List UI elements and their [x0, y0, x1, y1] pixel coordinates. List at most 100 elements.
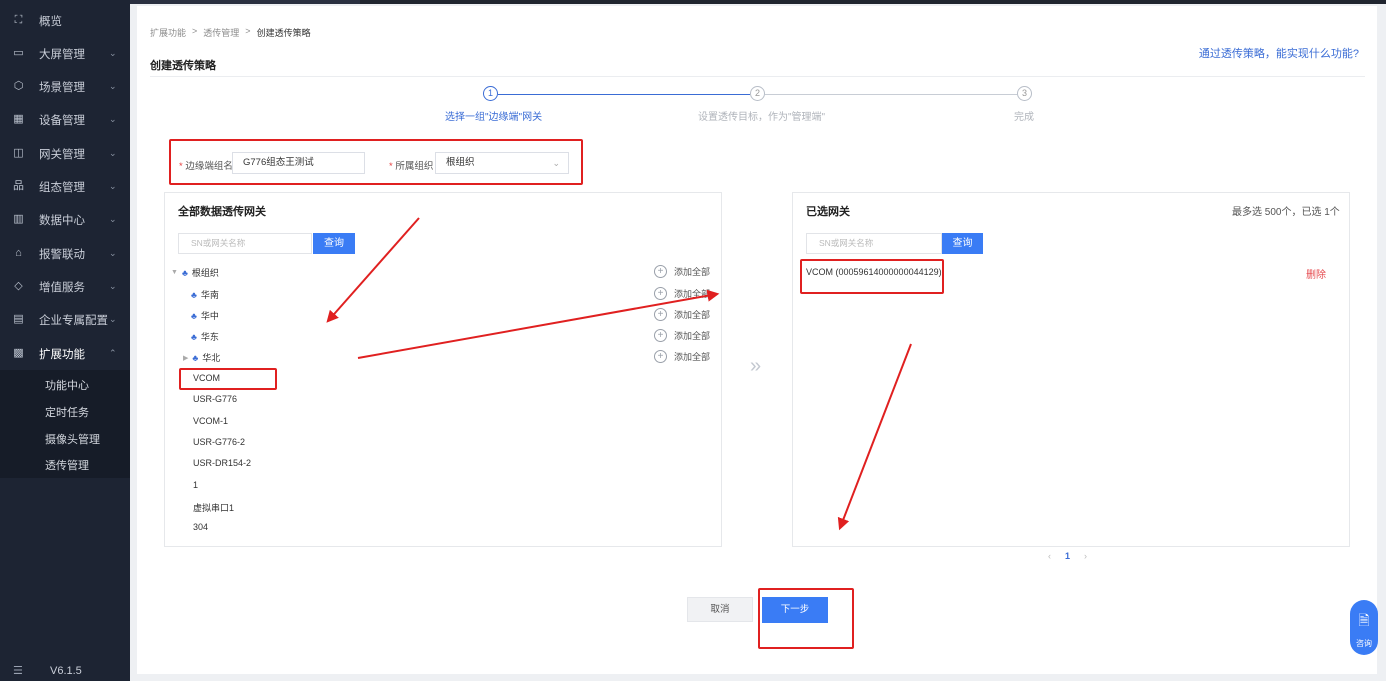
sidebar-item-label: 扩展功能 — [39, 348, 85, 361]
selection-limit-text: 最多选 500个，已选 1个 — [1232, 207, 1340, 218]
page-title: 创建透传策略 — [150, 60, 216, 72]
sidebar-item-gateway[interactable]: ◫ 网关管理 ⌄ — [0, 137, 130, 170]
sidebar-item-alarm[interactable]: ⌂ 报警联动 ⌄ — [0, 237, 130, 270]
right-search-button[interactable]: 查询 — [942, 233, 983, 254]
next-page-icon[interactable]: › — [1084, 551, 1087, 561]
sidebar-item-label: 场景管理 — [39, 81, 85, 94]
chevron-down-icon: ⌄ — [109, 114, 117, 124]
gateway-item[interactable]: USR-G776-2 — [193, 437, 245, 447]
add-all-button[interactable]: + 添加全部 — [654, 308, 710, 321]
tree-node-label: 华中 — [200, 311, 219, 321]
step-3-label: 完成 — [1014, 112, 1034, 123]
tree-node-org[interactable]: ▶ ♣ 华北 — [183, 351, 220, 364]
all-gateways-title: 全部数据透传网关 — [178, 206, 266, 218]
sidebar-item-config[interactable]: 品 组态管理 ⌄ — [0, 170, 130, 203]
annotation-box-form — [169, 139, 583, 185]
tree-node-root[interactable]: ▼ ♣ 根组织 — [171, 266, 219, 279]
step-2-label: 设置透传目标，作为"管理端" — [698, 112, 826, 123]
gateway-item[interactable]: USR-G776 — [193, 394, 237, 404]
delete-link[interactable]: 删除 — [1306, 266, 1326, 281]
left-search-button[interactable]: 查询 — [313, 233, 355, 254]
sidebar-item-data-center[interactable]: ▥ 数据中心 ⌄ — [0, 203, 130, 236]
step-1-circle: 1 — [483, 86, 498, 101]
tree-node-label: 华北 — [202, 353, 221, 363]
breadcrumb-item[interactable]: 扩展功能 — [150, 26, 186, 39]
plus-circle-icon: + — [654, 329, 667, 342]
chevron-down-icon: ⌄ — [109, 148, 117, 158]
chevron-down-icon: ⌄ — [109, 314, 117, 324]
sidebar-item-label: 网关管理 — [39, 148, 85, 161]
chevron-down-icon: ⌄ — [109, 81, 117, 91]
submenu-extensions: 功能中心 定时任务 摄像头管理 透传管理 — [0, 370, 130, 478]
help-link[interactable]: 通过透传策略，能实现什么功能? — [1199, 45, 1359, 61]
diamond-icon: ◇ — [14, 280, 23, 292]
version-label: V6.1.5 — [50, 665, 82, 677]
cancel-button[interactable]: 取消 — [687, 597, 753, 622]
add-all-button[interactable]: + 添加全部 — [654, 329, 710, 342]
breadcrumb-separator: > — [192, 26, 198, 36]
submenu-item-camera[interactable]: 摄像头管理 — [45, 431, 100, 447]
sidebar-item-screen[interactable]: ▭ 大屏管理 ⌄ — [0, 37, 130, 70]
gateway-item[interactable]: 虚拟串口1 — [193, 501, 234, 514]
tree-node-org[interactable]: ♣ 华中 — [191, 309, 219, 322]
sidebar-item-enterprise[interactable]: ▤ 企业专属配置 ⌄ — [0, 303, 130, 336]
left-search-input[interactable]: SN或网关名称 — [178, 233, 312, 254]
sidebar-item-label: 增值服务 — [39, 281, 85, 294]
chevron-down-icon: ⌄ — [109, 214, 117, 224]
expand-triangle-icon[interactable]: ▼ — [171, 269, 178, 276]
apps-icon: ▩ — [13, 347, 24, 359]
step-connector — [765, 94, 1017, 95]
tree-node-org[interactable]: ♣ 华东 — [191, 330, 219, 343]
chevron-down-icon: ⌄ — [109, 248, 117, 258]
plus-circle-icon: + — [654, 287, 667, 300]
sidebar-item-label: 数据中心 — [39, 214, 85, 227]
add-all-button[interactable]: + 添加全部 — [654, 265, 710, 278]
plus-circle-icon: + — [654, 308, 667, 321]
submenu-item-feature-center[interactable]: 功能中心 — [45, 377, 89, 393]
collapse-menu-icon[interactable]: ☰ — [13, 664, 23, 677]
org-tree-icon: ♣ — [181, 267, 188, 278]
sidebar-item-label: 大屏管理 — [39, 48, 85, 61]
gateway-item[interactable]: USR-DR154-2 — [193, 458, 251, 468]
annotation-box-vcom — [179, 368, 277, 390]
sidebar-item-extensions[interactable]: ▩ 扩展功能 ⌃ — [0, 337, 130, 370]
bar-chart-icon: ▥ — [13, 213, 24, 225]
add-all-button[interactable]: + 添加全部 — [654, 287, 710, 300]
sidebar-item-label: 设备管理 — [39, 114, 85, 127]
transfer-arrow-icon[interactable]: » — [750, 355, 761, 378]
add-all-label: 添加全部 — [674, 331, 711, 341]
tree-node-org[interactable]: ♣ 华南 — [191, 288, 219, 301]
plus-circle-icon: + — [654, 350, 667, 363]
submenu-item-passthrough[interactable]: 透传管理 — [45, 457, 89, 473]
breadcrumb-separator: > — [245, 26, 251, 36]
add-all-label: 添加全部 — [674, 352, 711, 362]
consult-button[interactable]: 🗎 咨询 — [1350, 600, 1378, 655]
tree-node-label: 华南 — [200, 290, 219, 300]
tree-node-label: 华东 — [200, 332, 219, 342]
gateway-item[interactable]: 304 — [193, 522, 208, 532]
sidebar-item-device[interactable]: ▦ 设备管理 ⌄ — [0, 103, 130, 136]
sidebar-item-scene[interactable]: ⬡ 场景管理 ⌄ — [0, 70, 130, 103]
prev-page-icon[interactable]: ‹ — [1048, 551, 1051, 561]
add-all-label: 添加全部 — [674, 289, 711, 299]
breadcrumb-current: 创建透传策略 — [256, 28, 311, 38]
cube-icon: ⬡ — [13, 80, 24, 92]
right-search-input[interactable]: SN或网关名称 — [806, 233, 942, 254]
sidebar-item-label: 企业专属配置 — [39, 314, 108, 327]
overview-icon: ⛶ — [14, 14, 23, 26]
breadcrumb-item[interactable]: 透传管理 — [203, 26, 239, 39]
gateway-item[interactable]: VCOM-1 — [193, 416, 228, 426]
page-number[interactable]: 1 — [1065, 551, 1070, 561]
sidebar-item-value-added[interactable]: ◇ 增值服务 ⌄ — [0, 270, 130, 303]
step-3-circle: 3 — [1017, 86, 1032, 101]
submenu-item-scheduled-tasks[interactable]: 定时任务 — [45, 404, 89, 420]
chevron-down-icon: ⌄ — [109, 181, 117, 191]
selected-gateways-title: 已选网关 — [806, 206, 850, 218]
sidebar-item-label: 报警联动 — [39, 248, 85, 261]
chevron-down-icon: ⌄ — [109, 281, 117, 291]
add-all-button[interactable]: + 添加全部 — [654, 350, 710, 363]
chevron-up-icon: ⌃ — [109, 348, 117, 358]
sidebar-item-overview[interactable]: ⛶ 概览 — [0, 4, 130, 37]
gateway-item[interactable]: 1 — [193, 480, 198, 490]
expand-triangle-icon[interactable]: ▶ — [183, 354, 188, 362]
